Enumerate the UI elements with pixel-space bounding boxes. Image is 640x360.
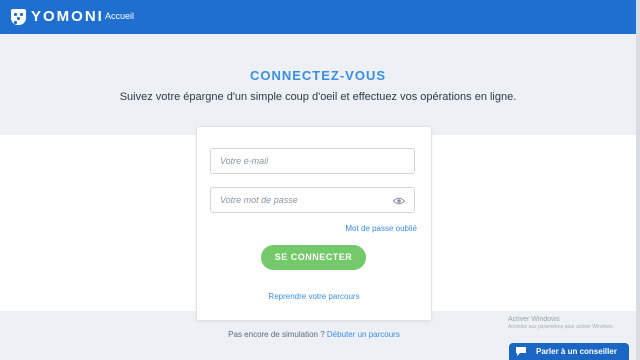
yomoni-logo-icon[interactable] <box>11 9 26 25</box>
no-simulation-text: Pas encore de simulation ? <box>228 330 325 339</box>
windows-activation-subtitle: Accédez aux paramètres pour activer Wind… <box>508 324 614 330</box>
resume-journey-link[interactable]: Reprendre votre parcours <box>197 292 431 301</box>
forgot-password-link[interactable]: Mot de passe oublié <box>345 224 417 233</box>
hero-band <box>0 34 636 135</box>
email-field[interactable] <box>210 148 415 174</box>
password-field[interactable] <box>210 187 415 213</box>
chat-bubble-icon <box>516 347 526 356</box>
windows-activation-title: Activer Windows <box>508 316 560 323</box>
advisor-button-label: Parler à un conseiller <box>536 347 617 356</box>
page-subtitle: Suivez votre épargne d'un simple coup d'… <box>119 91 517 103</box>
start-journey-link[interactable]: Débuter un parcours <box>327 330 400 339</box>
simulation-prompt: Pas encore de simulation ? Débuter un pa… <box>0 330 628 339</box>
talk-to-advisor-button[interactable]: Parler à un conseiller <box>509 343 629 360</box>
login-button[interactable]: SE CONNECTER <box>261 245 366 270</box>
page-title: CONNECTEZ-VOUS <box>249 68 387 83</box>
eye-icon[interactable] <box>393 197 405 205</box>
top-navbar: YOMONI Accueil <box>0 0 636 34</box>
brand-name[interactable]: YOMONI <box>31 8 104 25</box>
page-scrollbar[interactable] <box>636 0 640 360</box>
nav-link-home[interactable]: Accueil <box>105 11 134 21</box>
login-card: Mot de passe oublié SE CONNECTER Reprend… <box>196 126 432 321</box>
